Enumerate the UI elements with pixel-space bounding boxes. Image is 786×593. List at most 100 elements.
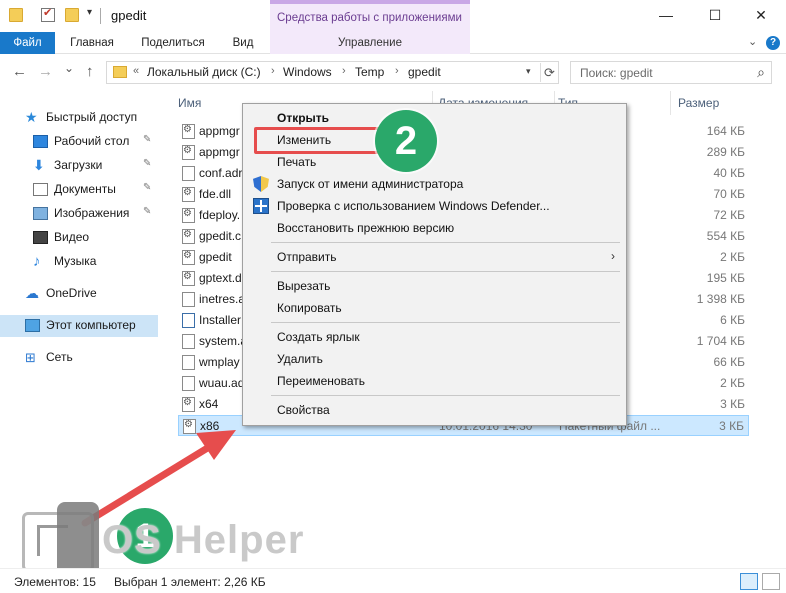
music-icon: ♪ [33, 253, 41, 270]
menu-item-defender-scan[interactable]: Проверка с использованием Windows Defend… [244, 195, 625, 217]
breadcrumb-windows[interactable]: Windows [283, 65, 332, 79]
menu-item-properties[interactable]: Свойства [244, 399, 625, 421]
menu-item-delete[interactable]: Удалить [244, 348, 625, 370]
tab-manage[interactable]: Управление [270, 32, 470, 54]
search-input[interactable]: Поиск: gpedit [580, 66, 653, 80]
tab-view[interactable]: Вид [222, 32, 264, 54]
file-size: 66 КБ [713, 355, 745, 369]
dll-file-icon [182, 271, 195, 286]
search-icon[interactable]: ⌕ [757, 64, 765, 81]
tab-share[interactable]: Поделиться [132, 32, 214, 54]
file-name: gptext.d [199, 271, 242, 285]
batch-file-icon [182, 397, 195, 412]
file-size: 164 КБ [706, 124, 745, 138]
menu-separator [271, 322, 620, 323]
menu-item-cut[interactable]: Вырезать [244, 275, 625, 297]
file-name: fdeploy. [199, 208, 241, 222]
shield-icon [253, 176, 269, 192]
tab-file[interactable]: Файл [0, 32, 55, 54]
file-icon [182, 166, 195, 181]
menu-item-label: Запуск от имени администратора [277, 177, 464, 191]
search-box[interactable]: Поиск: gpedit ⌕ [570, 61, 772, 84]
minimize-button[interactable]: — [651, 4, 681, 26]
address-dropdown-icon[interactable]: ▾ [526, 66, 531, 77]
file-icon [182, 355, 195, 370]
breadcrumb-separator[interactable]: › [271, 65, 275, 77]
context-tab-header-label: Средства работы с приложениями [277, 12, 462, 24]
breadcrumb-separator[interactable]: › [395, 65, 399, 77]
close-button[interactable]: ✕ [746, 4, 776, 26]
folder-icon[interactable] [9, 8, 23, 22]
properties-check-icon[interactable] [41, 6, 55, 22]
dll-file-icon [182, 229, 195, 244]
menu-item-label: Свойства [277, 403, 330, 417]
documents-icon [33, 183, 48, 196]
sidebar-item-this-pc[interactable]: Этот компьютер [0, 315, 158, 337]
column-separator[interactable] [670, 91, 671, 115]
sidebar-item-network[interactable]: ⊞ Сеть [0, 347, 158, 369]
chevron-down-icon[interactable]: ⌄ [748, 35, 757, 48]
help-icon[interactable]: ? [766, 36, 780, 50]
address-bar[interactable]: « Локальный диск (C:) › Windows › Temp ›… [106, 61, 559, 84]
menu-item-copy[interactable]: Копировать [244, 297, 625, 319]
menu-item-label: Отправить [277, 250, 337, 264]
menu-item-rename[interactable]: Переименовать [244, 370, 625, 392]
sidebar-item-onedrive[interactable]: ☁ OneDrive [0, 283, 158, 305]
network-icon: ⊞ [25, 350, 36, 365]
menu-item-restore-version[interactable]: Восстановить прежнюю версию [244, 217, 625, 239]
sidebar-item-video[interactable]: Видео [0, 227, 158, 249]
recent-locations-icon[interactable]: ⌄ [64, 61, 74, 75]
file-name: appmgr [199, 124, 240, 138]
download-icon: ⬇ [33, 157, 45, 173]
details-view-icon[interactable] [740, 573, 758, 590]
navigation-pane: ★ Быстрый доступ Рабочий стол ✎ ⬇ Загруз… [0, 91, 160, 568]
address-row: ← → ⌄ ↑ « Локальный диск (C:) › Windows … [0, 55, 786, 91]
menu-item-open[interactable]: Открыть [244, 107, 625, 129]
refresh-icon[interactable]: ⟳ [540, 63, 558, 82]
sidebar-item-downloads[interactable]: ⬇ Загрузки ✎ [0, 155, 158, 177]
context-tab-header: Средства работы с приложениями [270, 0, 470, 32]
cloud-icon: ☁ [25, 285, 39, 301]
sidebar-item-desktop[interactable]: Рабочий стол ✎ [0, 131, 158, 153]
menu-item-send-to[interactable]: Отправить › [244, 246, 625, 268]
breadcrumb-separator[interactable]: › [342, 65, 346, 77]
tab-home[interactable]: Главная [60, 32, 124, 54]
new-folder-icon[interactable] [65, 8, 79, 22]
menu-separator [271, 271, 620, 272]
file-size: 2 КБ [720, 250, 745, 264]
pin-icon[interactable]: ✎ [143, 158, 151, 169]
menu-separator [271, 242, 620, 243]
up-arrow-icon[interactable]: ↑ [86, 63, 94, 80]
sidebar-item-label: Загрузки [54, 158, 103, 172]
file-icon [182, 376, 195, 391]
sidebar-item-documents[interactable]: Документы ✎ [0, 179, 158, 201]
menu-item-run-as-admin[interactable]: Запуск от имени администратора [244, 173, 625, 195]
breadcrumb-local-disk[interactable]: Локальный диск (C:) [147, 65, 261, 79]
file-size: 289 КБ [706, 145, 745, 159]
window-title: gpedit [111, 8, 147, 23]
file-icon [182, 292, 195, 307]
file-name: gpedit [199, 250, 232, 264]
breadcrumb-gpedit[interactable]: gpedit [408, 65, 441, 79]
breadcrumb-temp[interactable]: Temp [355, 65, 384, 79]
pin-icon[interactable]: ✎ [143, 182, 151, 193]
column-header-size[interactable]: Размер [678, 91, 748, 115]
sidebar-item-pictures[interactable]: Изображения ✎ [0, 203, 158, 225]
menu-item-create-shortcut[interactable]: Создать ярлык [244, 326, 625, 348]
title-separator [100, 8, 101, 24]
sidebar-item-quick-access[interactable]: ★ Быстрый доступ [0, 107, 158, 129]
large-icons-view-icon[interactable] [762, 573, 780, 590]
pin-icon[interactable]: ✎ [143, 206, 151, 217]
quick-access-dropdown-icon[interactable]: ▾ [87, 7, 92, 18]
sidebar-item-music[interactable]: ♪ Музыка [0, 251, 158, 273]
file-name: Installer [199, 313, 242, 327]
file-size: 554 КБ [706, 229, 745, 243]
pin-icon[interactable]: ✎ [143, 134, 151, 145]
breadcrumb-overflow[interactable]: « [133, 65, 139, 77]
menu-item-label: Печать [277, 155, 317, 169]
menu-item-print[interactable]: Печать [244, 151, 625, 173]
maximize-button[interactable]: ☐ [700, 4, 730, 26]
forward-arrow-icon[interactable]: → [38, 63, 53, 80]
edit-highlight-box [254, 127, 391, 154]
back-arrow-icon[interactable]: ← [12, 63, 27, 80]
